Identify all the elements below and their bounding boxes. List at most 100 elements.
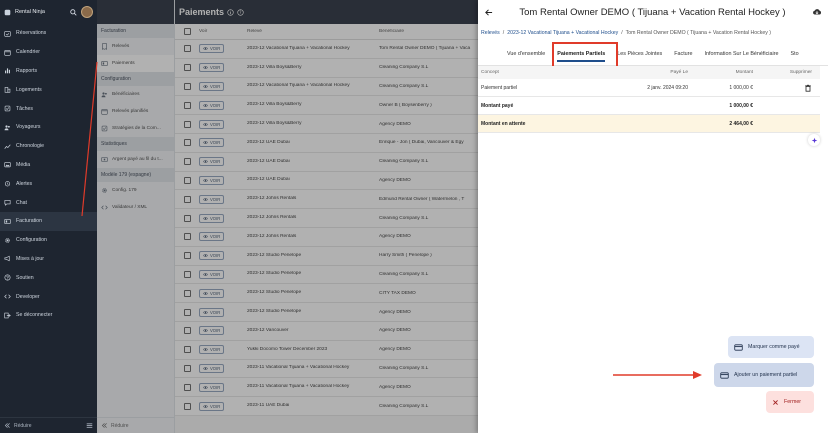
table-row[interactable]: VOIR 2023-12 Johns Rentals Edmund Rental O… bbox=[175, 190, 478, 210]
table-row[interactable]: VOIR 2023-11 Vacational Tijuana + Vacatio… bbox=[175, 359, 478, 379]
row-checkbox[interactable] bbox=[183, 402, 191, 410]
row-checkbox[interactable] bbox=[183, 101, 191, 109]
table-row[interactable]: VOIR 2023-12 UAE Dubai Agency DEMO bbox=[175, 171, 478, 191]
table-row[interactable]: VOIR 2023-12 Studio Penelope Cleaning Comp… bbox=[175, 265, 478, 285]
tab-information-sur-le-beneficiaire[interactable]: Information Sur Le Bénéficiaire bbox=[698, 42, 784, 66]
table-row[interactable]: VOIR 2023-12 Johns Rentals Agency DEMO bbox=[175, 227, 478, 247]
table-row[interactable]: VOIR Yukki Docomo Tower December 2023 Agen… bbox=[175, 340, 478, 360]
row-checkbox[interactable] bbox=[183, 364, 191, 372]
breadcrumb-statement[interactable]: 2023-12 Vacational Tijuana + Vacational … bbox=[507, 30, 618, 36]
row-checkbox[interactable] bbox=[183, 158, 191, 166]
table-row[interactable]: VOIR 2023-11 UAE Dubai Cleaning Company S.… bbox=[175, 397, 478, 416]
view-button[interactable]: VOIR bbox=[199, 307, 225, 317]
row-checkbox[interactable] bbox=[183, 139, 191, 147]
view-button[interactable]: VOIR bbox=[199, 232, 225, 242]
sidebar-item-taches[interactable]: Tâches bbox=[0, 99, 97, 118]
add-partial-payment-button[interactable]: Ajouter un paiement partiel bbox=[714, 363, 814, 387]
view-button[interactable]: VOIR bbox=[199, 63, 225, 73]
view-button[interactable]: VOIR bbox=[199, 100, 225, 110]
cloud-download-icon[interactable] bbox=[812, 7, 822, 17]
sidebar-item-rapports[interactable]: Rapports bbox=[0, 62, 97, 81]
list-toggle-icon[interactable] bbox=[86, 422, 93, 429]
table-row[interactable]: VOIR 2023-12 Vacational Tijuana + Vacatio… bbox=[175, 40, 478, 59]
subnav-item-config-179[interactable]: Config. 179 bbox=[97, 182, 174, 199]
row-checkbox[interactable] bbox=[183, 214, 191, 222]
table-row[interactable]: VOIR 2023-12 Villa Boys&Berry Cleaning Com… bbox=[175, 58, 478, 78]
sidebar-item-alertes[interactable]: Alertes bbox=[0, 174, 97, 193]
subnav-item-releves-planifies[interactable]: Relevés planifiés bbox=[97, 103, 174, 120]
view-button[interactable]: VOIR bbox=[199, 44, 225, 54]
column-beneficiaire[interactable]: Bénéficiaire bbox=[379, 29, 478, 34]
back-arrow-icon[interactable] bbox=[484, 8, 493, 17]
view-button[interactable]: VOIR bbox=[199, 288, 225, 298]
row-checkbox[interactable] bbox=[183, 82, 191, 90]
table-row[interactable]: VOIR 2023-12 UAE Dubai Cleaning Company S.… bbox=[175, 152, 478, 172]
sidebar-item-facturation[interactable]: Facturation bbox=[0, 211, 97, 231]
sidebar-item-media[interactable]: Média bbox=[0, 156, 97, 175]
table-row[interactable]: VOIR 2023-11 Vacational Tijuana + Vacatio… bbox=[175, 378, 478, 398]
table-row[interactable]: VOIR 2023-12 Vancouver Agency DEMO bbox=[175, 321, 478, 341]
view-button[interactable]: VOIR bbox=[199, 119, 225, 129]
view-button[interactable]: VOIR bbox=[199, 138, 225, 148]
subnav-item-beneficiaires[interactable]: Bénéficiaires bbox=[97, 86, 174, 103]
sidebar-collapse-label[interactable]: Réduire bbox=[14, 423, 32, 429]
tab-paiements-partiels[interactable]: Paiements Partiels bbox=[551, 42, 611, 66]
collapse-left-icon[interactable] bbox=[4, 422, 11, 429]
view-button[interactable]: VOIR bbox=[199, 194, 225, 204]
subnav-collapse-label[interactable]: Réduire bbox=[111, 423, 129, 429]
sidebar-item-reservations[interactable]: Réservations bbox=[0, 24, 97, 43]
row-checkbox[interactable] bbox=[183, 120, 191, 128]
view-button[interactable]: VOIR bbox=[199, 401, 225, 411]
table-row[interactable]: VOIR 2023-12 Studio Penelope Harry Smith (… bbox=[175, 246, 478, 266]
select-all-checkbox[interactable] bbox=[183, 28, 191, 35]
sidebar-item-chronologie[interactable]: Chronologie bbox=[0, 137, 97, 156]
row-checkbox[interactable] bbox=[183, 252, 191, 260]
sidebar-item-developer[interactable]: Developer bbox=[0, 287, 97, 306]
sidebar-item-chat[interactable]: Chat bbox=[0, 193, 97, 212]
sidebar-item-calendrier[interactable]: Calendrier bbox=[0, 43, 97, 62]
view-button[interactable]: VOIR bbox=[199, 251, 225, 261]
collapse-left-icon[interactable] bbox=[101, 422, 108, 429]
info-icon[interactable] bbox=[227, 8, 234, 16]
row-checkbox[interactable] bbox=[183, 308, 191, 316]
view-button[interactable]: VOIR bbox=[199, 345, 225, 355]
table-row[interactable]: VOIR 2023-12 Vacational Tijuana + Vacatio… bbox=[175, 77, 478, 97]
ai-assistant-button[interactable] bbox=[808, 134, 820, 146]
table-row[interactable]: VOIR 2023-12 Studio Penelope Agency DEMO bbox=[175, 303, 478, 322]
view-button[interactable]: VOIR bbox=[199, 213, 225, 223]
tab-facture[interactable]: Facture bbox=[668, 42, 698, 66]
view-button[interactable]: VOIR bbox=[199, 81, 225, 91]
row-checkbox[interactable] bbox=[183, 195, 191, 203]
help-icon[interactable]: ? bbox=[237, 8, 244, 16]
subnav-item-paiements[interactable]: Paiements bbox=[97, 55, 174, 72]
sidebar-item-se-deconnecter[interactable]: Se déconnecter bbox=[0, 306, 97, 325]
breadcrumb-releves[interactable]: Relevés bbox=[481, 30, 500, 36]
row-checkbox[interactable] bbox=[183, 270, 191, 278]
row-checkbox[interactable] bbox=[183, 327, 191, 335]
sidebar-item-logements[interactable]: Logements bbox=[0, 80, 97, 99]
sidebar-item-mises-a-jour[interactable]: Mises à jour bbox=[0, 250, 97, 269]
subnav-item-strategies-de-la-com[interactable]: Stratégies de la Com... bbox=[97, 120, 174, 137]
row-checkbox[interactable] bbox=[183, 289, 191, 297]
table-row[interactable]: VOIR 2023-12 Johns Rentals Cleaning Compan… bbox=[175, 209, 478, 228]
close-button[interactable]: Fermer bbox=[766, 391, 814, 413]
subnav-item-validateur-xml[interactable]: Validateur / XML bbox=[97, 199, 174, 216]
row-checkbox[interactable] bbox=[183, 45, 191, 53]
view-button[interactable]: VOIR bbox=[199, 382, 225, 392]
view-button[interactable]: VOIR bbox=[199, 175, 225, 185]
user-avatar[interactable] bbox=[81, 6, 93, 18]
table-row[interactable]: VOIR 2023-12 UAE Dubai Enrique - Jon ( Dub… bbox=[175, 133, 478, 153]
view-button[interactable]: VOIR bbox=[199, 326, 225, 336]
sidebar-item-voyageurs[interactable]: Voyageurs bbox=[0, 118, 97, 137]
row-checkbox[interactable] bbox=[183, 176, 191, 184]
row-checkbox[interactable] bbox=[183, 383, 191, 391]
column-releve[interactable]: Relevé bbox=[247, 29, 379, 35]
table-row[interactable]: VOIR 2023-12 Villa Boys&Berry Agency DEMO bbox=[175, 115, 478, 134]
view-button[interactable]: VOIR bbox=[199, 157, 225, 167]
row-checkbox[interactable] bbox=[183, 346, 191, 354]
mark-as-paid-button[interactable]: Marquer comme payé bbox=[728, 336, 814, 358]
sidebar-item-configuration[interactable]: Configuration bbox=[0, 231, 97, 250]
tab-vue-d-ensemble[interactable]: Vue d'ensemble bbox=[501, 42, 551, 66]
view-button[interactable]: VOIR bbox=[199, 363, 225, 373]
subnav-item-argent-paye-au-fil-du-t[interactable]: Argent payé au fil du t... bbox=[97, 151, 174, 168]
